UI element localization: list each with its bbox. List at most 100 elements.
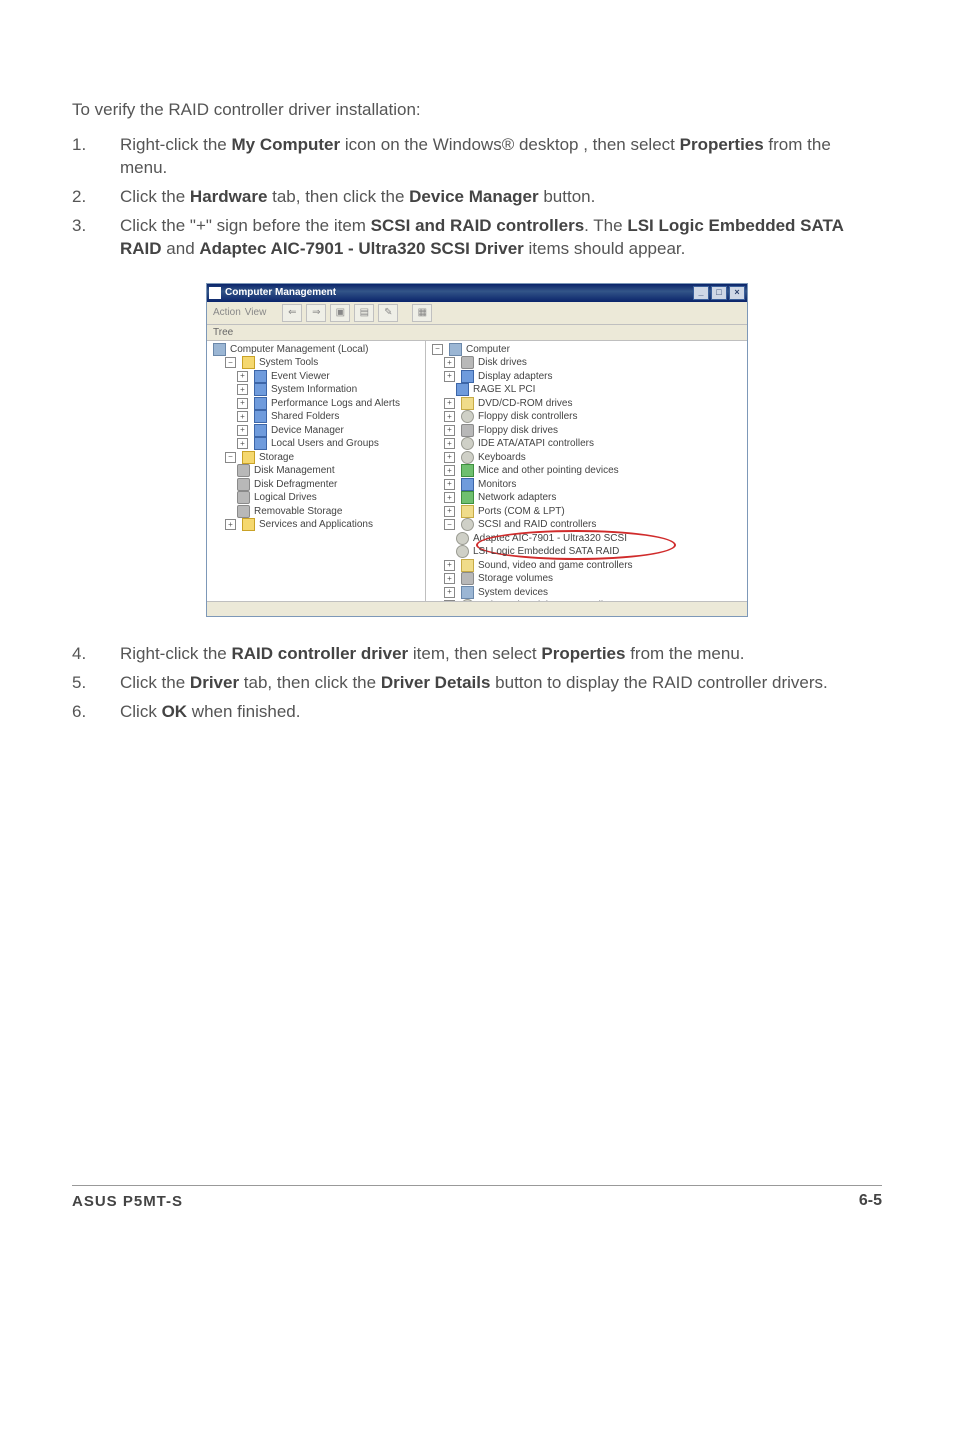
tree-icon	[254, 410, 267, 423]
expand-icon[interactable]: +	[444, 411, 455, 422]
tree-item[interactable]: Adaptec AIC-7901 - Ultra320 SCSI	[432, 532, 745, 546]
tree-icon	[242, 451, 255, 464]
tree-item[interactable]: +Ports (COM & LPT)	[432, 505, 745, 519]
tree-icon	[461, 586, 474, 599]
tree-icon	[461, 397, 474, 410]
expand-icon[interactable]: +	[444, 465, 455, 476]
toolbar-forward-icon[interactable]: ⇒	[306, 304, 326, 322]
expand-icon[interactable]: +	[237, 438, 248, 449]
expand-icon[interactable]: +	[444, 560, 455, 571]
tree-icon	[461, 410, 474, 423]
expand-icon[interactable]: +	[444, 357, 455, 368]
steps-bottom: Right-click the RAID controller driver i…	[72, 643, 882, 724]
tree-icon	[456, 545, 469, 558]
expand-icon[interactable]: +	[444, 492, 455, 503]
expand-icon[interactable]: +	[237, 411, 248, 422]
close-button[interactable]: ×	[729, 286, 745, 300]
tree-item[interactable]: Computer Management (Local)	[213, 343, 423, 357]
tree-item[interactable]: −Storage	[213, 451, 423, 465]
tree-item[interactable]: −SCSI and RAID controllers	[432, 518, 745, 532]
tree-item[interactable]: LSI Logic Embedded SATA RAID	[432, 545, 745, 559]
tree-icon	[254, 424, 267, 437]
expand-icon[interactable]: +	[444, 587, 455, 598]
tree-item[interactable]: +Display adapters	[432, 370, 745, 384]
expand-icon[interactable]: +	[444, 506, 455, 517]
tree-item[interactable]: +Device Manager	[213, 424, 423, 438]
expand-icon[interactable]: +	[444, 438, 455, 449]
expand-icon[interactable]: −	[225, 357, 236, 368]
tree-item[interactable]: Disk Management	[213, 464, 423, 478]
tree-item[interactable]: +Performance Logs and Alerts	[213, 397, 423, 411]
tree-item[interactable]: +Floppy disk drives	[432, 424, 745, 438]
left-pane[interactable]: Computer Management (Local)−System Tools…	[207, 341, 426, 601]
tree-item[interactable]: +Universal Serial Bus controllers	[432, 599, 745, 601]
list-item: Right-click the My Computer icon on the …	[72, 134, 882, 180]
tree-icon	[254, 383, 267, 396]
tree-item[interactable]: +Event Viewer	[213, 370, 423, 384]
toolbar-btn4-icon[interactable]: ▦	[412, 304, 432, 322]
menu-view[interactable]: View	[245, 307, 267, 318]
tree-item[interactable]: +Floppy disk controllers	[432, 410, 745, 424]
toolbar-btn2-icon[interactable]: ▤	[354, 304, 374, 322]
expand-icon[interactable]: +	[444, 573, 455, 584]
statusbar	[207, 601, 747, 616]
tree-item[interactable]: Disk Defragmenter	[213, 478, 423, 492]
toolbar-btn-icon[interactable]: ▣	[330, 304, 350, 322]
tree-item[interactable]: +Mice and other pointing devices	[432, 464, 745, 478]
expand-icon[interactable]: +	[237, 398, 248, 409]
expand-icon[interactable]: +	[237, 425, 248, 436]
tree-icon	[461, 505, 474, 518]
toolbar-btn3-icon[interactable]: ✎	[378, 304, 398, 322]
expand-icon[interactable]: −	[432, 344, 443, 355]
expand-icon[interactable]: +	[225, 519, 236, 530]
tree-icon	[237, 464, 250, 477]
tree-item[interactable]: Logical Drives	[213, 491, 423, 505]
tree-item[interactable]: +Monitors	[432, 478, 745, 492]
tree-icon	[242, 518, 255, 531]
page-footer: ASUS P5MT-S 6-5	[72, 1185, 882, 1210]
expand-icon[interactable]: +	[444, 398, 455, 409]
titlebar: Computer Management _ □ ×	[207, 284, 747, 302]
tree-item[interactable]: −Computer	[432, 343, 745, 357]
tree-item[interactable]: +System Information	[213, 383, 423, 397]
tree-item[interactable]: +DVD/CD-ROM drives	[432, 397, 745, 411]
tree-icon	[461, 559, 474, 572]
tree-item[interactable]: +Keyboards	[432, 451, 745, 465]
tree-item[interactable]: +Services and Applications	[213, 518, 423, 532]
menu-action[interactable]: Action	[213, 307, 241, 318]
expand-icon[interactable]: +	[237, 371, 248, 382]
app-icon	[209, 287, 221, 299]
tree-item[interactable]: +IDE ATA/ATAPI controllers	[432, 437, 745, 451]
tree-icon	[456, 383, 469, 396]
screenshot: Computer Management _ □ × Action View ⇐ …	[72, 283, 882, 617]
tree-item[interactable]: +Shared Folders	[213, 410, 423, 424]
expand-icon[interactable]: +	[444, 479, 455, 490]
expand-icon[interactable]: +	[444, 371, 455, 382]
expand-icon[interactable]: −	[444, 519, 455, 530]
tree-item[interactable]: +Disk drives	[432, 356, 745, 370]
expand-icon[interactable]: +	[444, 452, 455, 463]
footer-page: 6-5	[859, 1192, 882, 1210]
tree-item[interactable]: +Sound, video and game controllers	[432, 559, 745, 573]
expand-icon[interactable]: −	[225, 452, 236, 463]
minimize-button[interactable]: _	[693, 286, 709, 300]
tree-icon	[254, 397, 267, 410]
window-title: Computer Management	[225, 287, 336, 298]
tree-icon	[461, 451, 474, 464]
toolbar-back-icon[interactable]: ⇐	[282, 304, 302, 322]
list-item: Right-click the RAID controller driver i…	[72, 643, 882, 666]
right-pane[interactable]: −Computer+Disk drives+Display adaptersRA…	[426, 341, 747, 601]
expand-icon[interactable]: +	[237, 384, 248, 395]
expand-icon[interactable]: +	[444, 425, 455, 436]
tree-item[interactable]: +Storage volumes	[432, 572, 745, 586]
tree-item[interactable]: +Local Users and Groups	[213, 437, 423, 451]
tree-icon	[461, 599, 474, 600]
tree-item[interactable]: −System Tools	[213, 356, 423, 370]
tree-item[interactable]: +System devices	[432, 586, 745, 600]
tree-icon	[461, 491, 474, 504]
tree-item[interactable]: +Network adapters	[432, 491, 745, 505]
tree-item[interactable]: Removable Storage	[213, 505, 423, 519]
tree-item[interactable]: RAGE XL PCI	[432, 383, 745, 397]
tree-icon	[461, 478, 474, 491]
maximize-button[interactable]: □	[711, 286, 727, 300]
